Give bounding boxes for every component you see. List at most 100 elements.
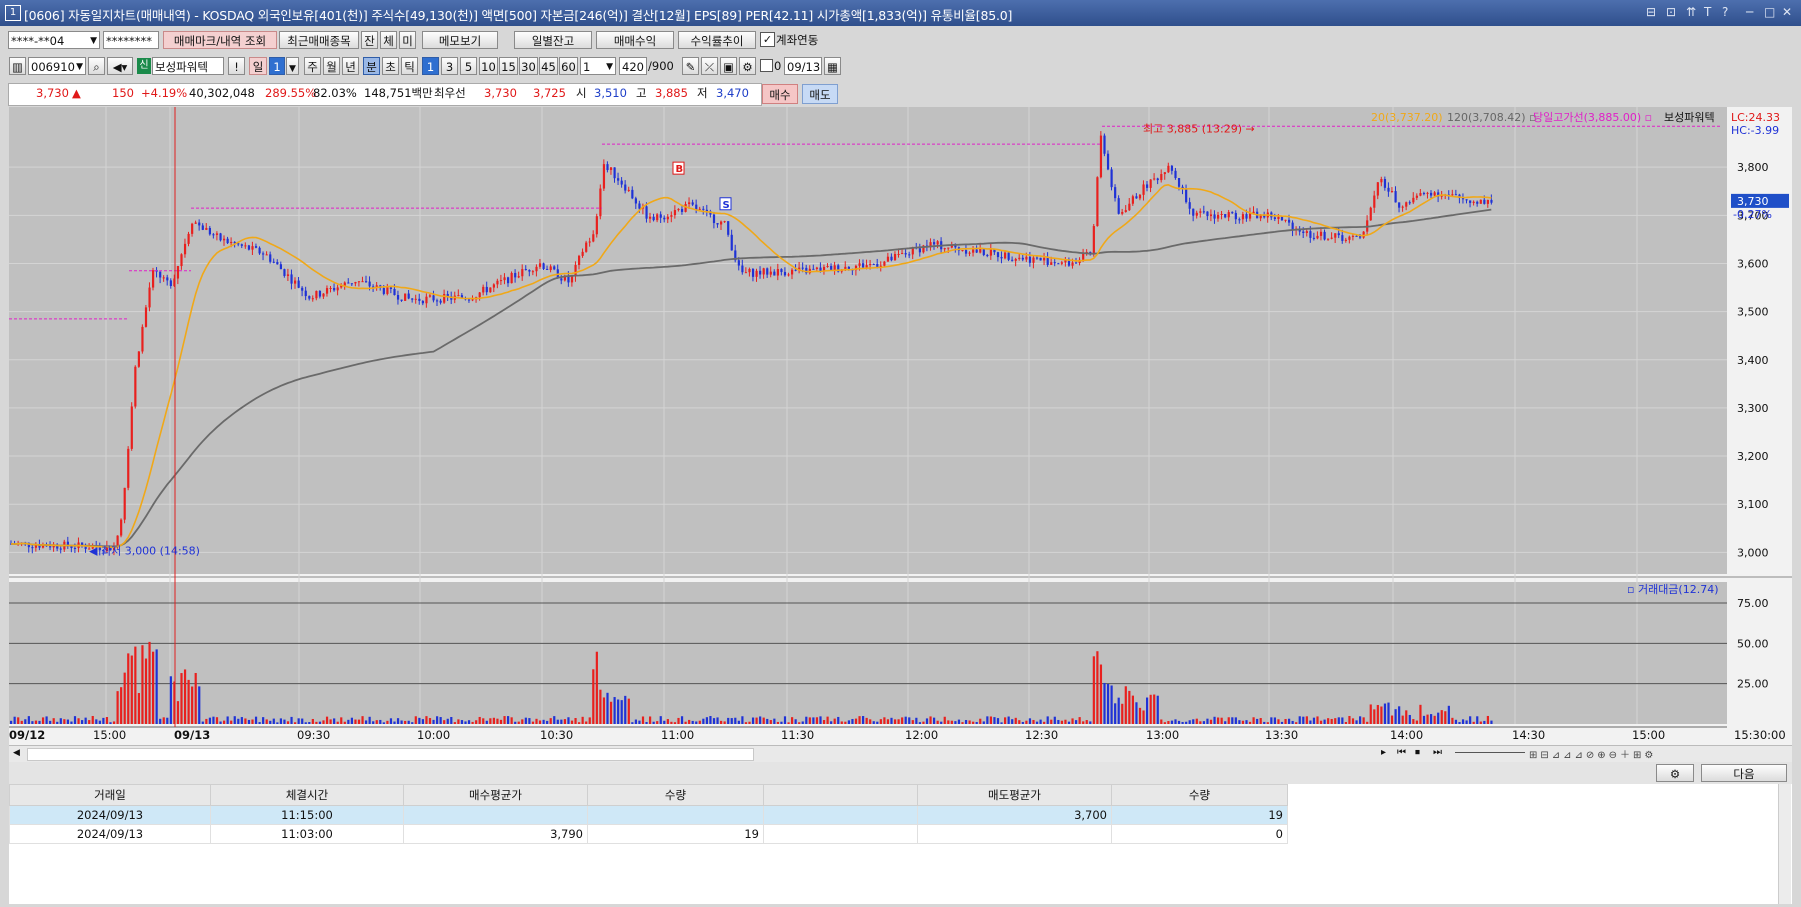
volume-bar bbox=[1312, 717, 1316, 724]
next-button[interactable]: 다음 bbox=[1701, 764, 1787, 782]
volume-bar bbox=[723, 721, 726, 724]
zoom-slider[interactable] bbox=[1455, 752, 1525, 753]
sell-button[interactable]: 매도 bbox=[802, 84, 838, 104]
volume-bar bbox=[1280, 721, 1284, 724]
volume-bar bbox=[1202, 721, 1205, 724]
balance-button[interactable]: 잔 bbox=[361, 31, 378, 49]
fast-forward-icon[interactable]: ⏭ bbox=[1433, 747, 1442, 758]
stop-icon[interactable]: ⏹ bbox=[1415, 747, 1420, 758]
play-icon[interactable]: ▸ bbox=[1381, 747, 1386, 758]
pin-icon[interactable]: ⇈ bbox=[1686, 5, 1696, 19]
volume-bar bbox=[251, 719, 254, 724]
layout-icon[interactable]: ⊟ bbox=[1646, 5, 1656, 19]
settings-icon[interactable]: ⚙ bbox=[1656, 764, 1694, 782]
minute-15-button[interactable]: 15 bbox=[499, 57, 518, 75]
day-high-legend: 당일고가선(3,885.00) ▫ bbox=[1533, 110, 1652, 124]
speaker-icon[interactable]: ◀▾ bbox=[107, 57, 133, 75]
date-input[interactable]: 09/13 bbox=[784, 57, 822, 75]
scroll-left-icon[interactable]: ◀ bbox=[13, 748, 20, 758]
calendar-icon[interactable]: ▦ bbox=[824, 57, 841, 75]
account-select[interactable]: ****-**04 ▼ bbox=[8, 31, 100, 49]
week-button[interactable]: 주 bbox=[304, 57, 321, 75]
volume-bar bbox=[947, 720, 950, 724]
chart-scrollbar[interactable]: ◀ ▸ ⏮ ⏹ ⏭ ⊞⊟⊿⊿⊿⊘⊕⊖＋⊞⚙ bbox=[9, 745, 1792, 763]
cell: 19 bbox=[1111, 805, 1288, 825]
chart-area[interactable]: 09/12 15:00 09/13 09:30 10:00 10:30 11:00 11:30… bbox=[9, 107, 1792, 745]
table-row[interactable]: 2024/09/13 11:03:00 3,790 19 0 bbox=[9, 824, 1288, 844]
trades-header: 거래일 체결시간 매수평균가 수량 매도평균가 수량 bbox=[9, 784, 1288, 806]
minute-5-button[interactable]: 5 bbox=[460, 57, 477, 75]
password-field[interactable]: ******** bbox=[103, 31, 159, 49]
chart-tools-icon[interactable]: ⊞⊟⊿⊿⊿⊘⊕⊖＋⊞⚙ bbox=[1529, 746, 1656, 761]
volume-bar bbox=[677, 717, 680, 724]
candle-body bbox=[1479, 199, 1482, 204]
account-link-checkbox[interactable]: ✓ bbox=[760, 32, 775, 47]
stock-code-input[interactable]: 006910 ▼ bbox=[28, 57, 86, 75]
price-volume-chart[interactable]: 09/12 15:00 09/13 09:30 10:00 10:30 11:00 11:30… bbox=[9, 107, 1792, 745]
trades-scrollbar[interactable] bbox=[1778, 784, 1791, 904]
table-row[interactable]: 2024/09/13 11:15:00 3,700 19 bbox=[9, 805, 1288, 825]
stock-name-field[interactable]: 보성파워텍 bbox=[152, 57, 224, 75]
unexecuted-button[interactable]: 미 bbox=[399, 31, 416, 49]
alert-button[interactable]: ! bbox=[228, 57, 245, 75]
crosshair-icon[interactable]: ⤫ bbox=[701, 57, 718, 75]
minute-3-button[interactable]: 3 bbox=[441, 57, 458, 75]
candle-body bbox=[457, 295, 460, 297]
tick-button[interactable]: 틱 bbox=[401, 57, 418, 75]
interval-select[interactable]: 1 ▼ bbox=[580, 57, 616, 75]
candle-body bbox=[301, 287, 304, 291]
month-button[interactable]: 월 bbox=[323, 57, 340, 75]
candle-body bbox=[968, 252, 971, 254]
buy-button[interactable]: 매수 bbox=[762, 84, 798, 104]
layout-toggle-icon[interactable]: ▥ bbox=[9, 57, 26, 75]
bar-count-input[interactable]: 420 bbox=[619, 57, 647, 75]
minute-45-button[interactable]: 45 bbox=[539, 57, 558, 75]
candle-body bbox=[1000, 257, 1003, 259]
day-count-button[interactable]: 1 bbox=[269, 57, 285, 75]
volume-bar bbox=[279, 718, 282, 724]
candle-body bbox=[1362, 231, 1365, 238]
time-label: 09/13 bbox=[174, 728, 210, 742]
candle-body bbox=[1213, 214, 1216, 219]
rewind-icon[interactable]: ⏮ bbox=[1397, 747, 1406, 758]
minute-1-button[interactable]: 1 bbox=[422, 57, 439, 75]
maximize-icon[interactable]: □ bbox=[1764, 5, 1775, 19]
year-button[interactable]: 년 bbox=[342, 57, 359, 75]
second-button[interactable]: 초 bbox=[382, 57, 399, 75]
candle-body bbox=[1309, 231, 1312, 238]
candle-body bbox=[1476, 201, 1479, 204]
drawing-tools-icon[interactable]: ✎ bbox=[682, 57, 699, 75]
candle-body bbox=[1412, 197, 1415, 203]
minute-10-button[interactable]: 10 bbox=[479, 57, 498, 75]
minimize-icon[interactable]: ─ bbox=[1746, 5, 1753, 19]
minute-button[interactable]: 분 bbox=[363, 57, 380, 75]
day-count-dropdown[interactable]: ▼ bbox=[286, 57, 299, 75]
recent-trades-button[interactable]: 최근매매종목 bbox=[279, 31, 359, 49]
day-button[interactable]: 일 bbox=[249, 57, 267, 75]
search-icon[interactable]: ⌕ bbox=[88, 57, 105, 75]
daily-balance-button[interactable]: 일별잔고 bbox=[514, 31, 592, 49]
executed-button[interactable]: 체 bbox=[380, 31, 397, 49]
volume-bar bbox=[844, 721, 847, 724]
candle-body bbox=[574, 265, 577, 277]
font-icon[interactable]: T bbox=[1704, 5, 1711, 19]
minute-30-button[interactable]: 30 bbox=[519, 57, 538, 75]
candle-body bbox=[404, 293, 407, 301]
scroll-thumb[interactable] bbox=[27, 748, 754, 761]
memo-button[interactable]: 메모보기 bbox=[422, 31, 498, 49]
candle-body bbox=[602, 164, 606, 189]
candle-body bbox=[1319, 231, 1323, 236]
candle-body bbox=[215, 233, 219, 235]
return-trend-button[interactable]: 수익률추이 bbox=[678, 31, 756, 49]
trade-mark-query-button[interactable]: 매매마크/내역 조회 bbox=[163, 31, 277, 49]
trade-profit-button[interactable]: 매매수익 bbox=[596, 31, 674, 49]
candle-body bbox=[1035, 257, 1039, 259]
save-icon[interactable]: ▣ bbox=[720, 57, 737, 75]
minute-60-button[interactable]: 60 bbox=[559, 57, 578, 75]
date-checkbox[interactable] bbox=[760, 59, 773, 72]
candle-body bbox=[1465, 199, 1468, 201]
window-icon[interactable]: ⊡ bbox=[1666, 5, 1676, 19]
help-icon[interactable]: ? bbox=[1722, 5, 1728, 19]
gear-icon[interactable]: ⚙ bbox=[739, 57, 756, 75]
close-icon[interactable]: ✕ bbox=[1782, 5, 1792, 19]
